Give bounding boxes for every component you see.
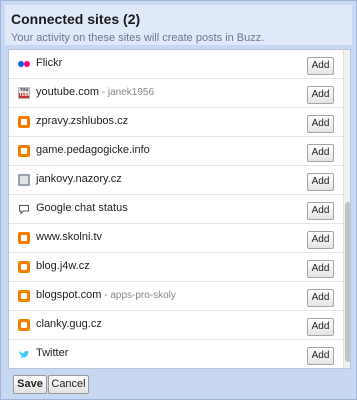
- site-row-youtube: You Tube youtube.com - janek1956 Add: [9, 79, 343, 108]
- twitter-icon: [18, 348, 30, 360]
- site-name: game.pedagogicke.info: [36, 144, 150, 156]
- site-name: blog.j4w.cz: [36, 260, 90, 272]
- site-label: Google chat status: [36, 202, 128, 214]
- youtube-icon: You Tube: [18, 87, 30, 99]
- website-icon: [18, 174, 30, 186]
- site-name: youtube.com: [36, 86, 99, 98]
- add-button-jankovy[interactable]: Add: [307, 173, 334, 191]
- site-row-flickr: Flickr Add: [9, 50, 343, 79]
- site-label: blogspot.com - apps-pro-skoly: [36, 289, 176, 301]
- blogger-icon: [18, 145, 30, 157]
- sites-list: Flickr Add You Tube youtube.com - janek19…: [8, 49, 351, 369]
- add-button-zpravy[interactable]: Add: [307, 115, 334, 133]
- add-button-j4w[interactable]: Add: [307, 260, 334, 278]
- site-name: zpravy.zshlubos.cz: [36, 115, 129, 127]
- add-button-flickr[interactable]: Add: [307, 57, 334, 75]
- chat-bubble-icon: [18, 203, 30, 215]
- add-button-blogspot[interactable]: Add: [307, 289, 334, 307]
- site-row-clanky: clanky.gug.cz Add: [9, 311, 343, 340]
- site-label: game.pedagogicke.info: [36, 144, 150, 156]
- site-name: Google chat status: [36, 202, 128, 214]
- site-row-google-chat: Google chat status Add: [9, 195, 343, 224]
- site-row-blogspot: blogspot.com - apps-pro-skoly Add: [9, 282, 343, 311]
- dialog-title: Connected sites (2): [11, 11, 141, 27]
- scrollbar-thumb[interactable]: [345, 202, 350, 362]
- site-name: blogspot.com: [36, 289, 102, 301]
- blogger-icon: [18, 116, 30, 128]
- add-button-twitter[interactable]: Add: [307, 347, 334, 365]
- site-name: Flickr: [36, 57, 63, 69]
- connected-sites-dialog: Connected sites (2) Your activity on the…: [0, 0, 357, 400]
- flickr-icon: [18, 58, 30, 70]
- site-label: Flickr: [36, 57, 62, 69]
- list-scrollbar[interactable]: [343, 50, 350, 368]
- site-row-twitter: Twitter Add: [9, 340, 343, 368]
- site-row-game: game.pedagogicke.info Add: [9, 137, 343, 166]
- blogger-icon: [18, 232, 30, 244]
- site-name: Twitter: [36, 347, 69, 359]
- site-label: zpravy.zshlubos.cz: [36, 115, 128, 127]
- site-row-zpravy: zpravy.zshlubos.cz Add: [9, 108, 343, 137]
- site-name: jankovy.nazory.cz: [36, 173, 122, 185]
- site-label: youtube.com - janek1956: [36, 86, 154, 98]
- site-label: clanky.gug.cz: [36, 318, 102, 330]
- site-row-jankovy: jankovy.nazory.cz Add: [9, 166, 343, 195]
- add-button-google-chat[interactable]: Add: [307, 202, 334, 220]
- site-label: jankovy.nazory.cz: [36, 173, 122, 185]
- blogger-icon: [18, 261, 30, 273]
- site-label: www.skolni.tv: [36, 231, 102, 243]
- site-name: www.skolni.tv: [36, 231, 103, 243]
- dialog-header: Connected sites (2) Your activity on the…: [5, 5, 352, 45]
- site-label: Twitter: [36, 347, 68, 359]
- save-button[interactable]: Save: [13, 375, 47, 394]
- site-row-skolni: www.skolni.tv Add: [9, 224, 343, 253]
- site-detail: - janek1956: [98, 87, 155, 98]
- dialog-subtitle: Your activity on these sites will create…: [11, 32, 265, 44]
- blogger-icon: [18, 319, 30, 331]
- blogger-icon: [18, 290, 30, 302]
- site-label: blog.j4w.cz: [36, 260, 90, 272]
- add-button-clanky[interactable]: Add: [307, 318, 334, 336]
- add-button-game[interactable]: Add: [307, 144, 334, 162]
- add-button-youtube[interactable]: Add: [307, 86, 334, 104]
- site-name: clanky.gug.cz: [36, 318, 102, 330]
- cancel-button[interactable]: Cancel: [48, 375, 89, 394]
- site-detail: - apps-pro-skoly: [101, 290, 176, 301]
- site-row-j4w: blog.j4w.cz Add: [9, 253, 343, 282]
- add-button-skolni[interactable]: Add: [307, 231, 334, 249]
